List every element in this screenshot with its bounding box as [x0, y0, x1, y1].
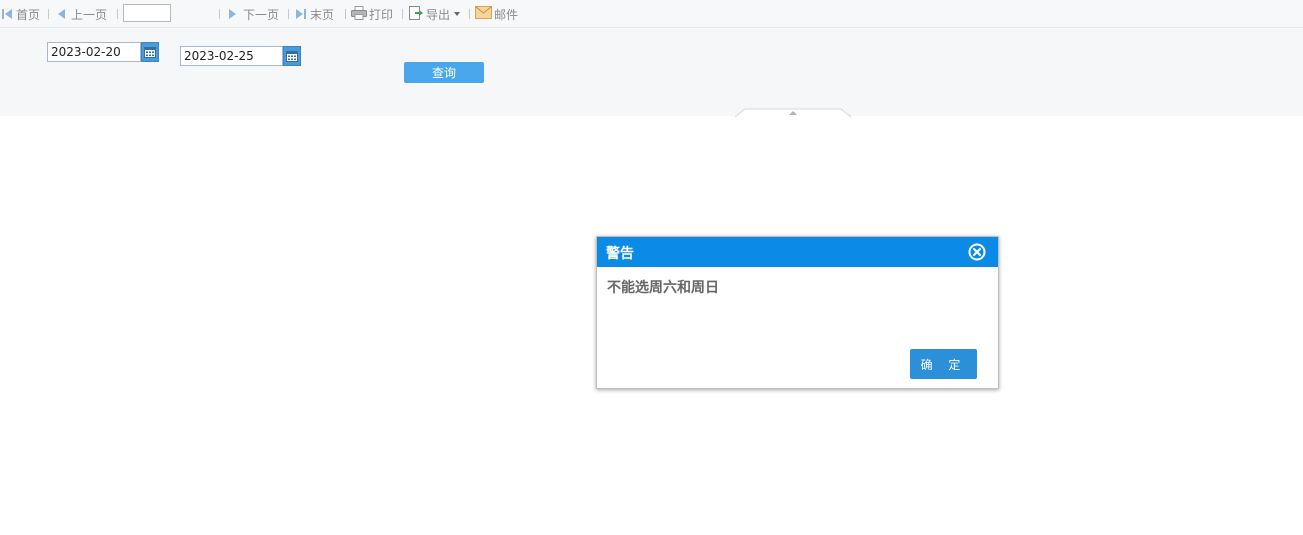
ok-button-label: 确 定	[920, 357, 967, 372]
separator	[219, 9, 220, 19]
dialog-message: 不能选周六和周日	[607, 280, 719, 296]
separator	[402, 9, 403, 19]
prev-page-icon	[58, 9, 65, 19]
end-date-calendar-icon[interactable]	[283, 46, 301, 66]
next-page-button[interactable]: 下一页	[229, 5, 279, 23]
query-button-label: 查询	[431, 66, 456, 80]
report-toolbar: 首页 上一页 下一页 末页 打印 导出 邮件	[0, 0, 1303, 28]
next-page-icon	[229, 9, 236, 19]
collapse-panel-handle[interactable]	[734, 107, 852, 118]
dialog-title: 警告	[606, 246, 634, 262]
print-button[interactable]: 打印	[351, 5, 393, 23]
separator	[288, 9, 289, 19]
last-page-button[interactable]: 末页	[296, 5, 334, 23]
separator	[469, 9, 470, 19]
separator	[48, 9, 49, 19]
query-button[interactable]: 查询	[404, 62, 484, 83]
mail-button[interactable]: 邮件	[475, 5, 518, 23]
last-page-label: 末页	[310, 7, 335, 22]
mail-label: 邮件	[494, 7, 519, 22]
ok-button[interactable]: 确 定	[910, 349, 977, 379]
last-page-icon	[296, 9, 303, 19]
parameter-panel: 查询	[0, 28, 1303, 116]
start-date-calendar-icon[interactable]	[141, 42, 159, 62]
printer-icon	[351, 5, 367, 23]
separator	[117, 9, 118, 19]
dropdown-caret-icon	[454, 12, 461, 16]
export-button[interactable]: 导出	[408, 5, 461, 24]
page-number-input[interactable]	[123, 4, 171, 22]
start-date-input[interactable]	[47, 42, 141, 62]
first-page-label: 首页	[16, 7, 41, 22]
first-page-icon	[2, 9, 4, 19]
envelope-icon	[475, 6, 492, 22]
next-page-label: 下一页	[243, 7, 280, 22]
prev-page-button[interactable]: 上一页	[58, 5, 107, 23]
prev-page-label: 上一页	[71, 7, 108, 22]
dialog-header: 警告	[597, 237, 998, 267]
close-icon[interactable]	[968, 243, 986, 261]
separator	[345, 9, 346, 19]
export-icon	[408, 5, 424, 24]
export-label: 导出	[426, 7, 451, 22]
print-label: 打印	[369, 7, 394, 22]
end-date-input[interactable]	[180, 46, 283, 66]
warning-dialog: 警告 不能选周六和周日 确 定	[596, 236, 999, 389]
first-page-button[interactable]: 首页	[2, 5, 40, 23]
